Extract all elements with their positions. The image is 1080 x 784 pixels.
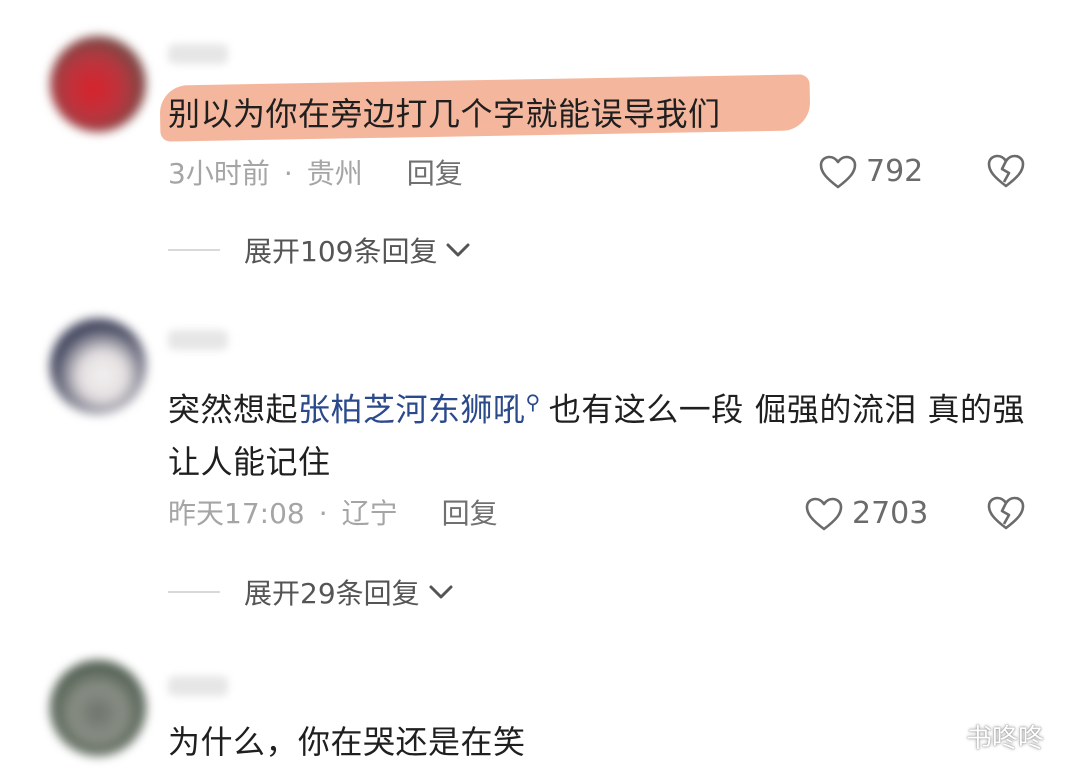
watermark: 书咚咚 [928,718,1044,755]
chevron-down-icon [446,243,470,257]
avatar[interactable] [50,660,146,756]
location: 辽宁 [341,497,398,530]
location: 贵州 [306,157,363,190]
timestamp: 昨天17:08 [168,497,305,530]
broken-heart-icon [987,154,1025,188]
comment-text: 别以为你在旁边打几个字就能误导我们 [168,95,721,133]
watermark-text: 书咚咚 [966,724,1045,754]
username[interactable] [168,44,228,64]
comment-meta: 昨天17:08 · 辽宁 回复 [168,494,498,534]
reply-button[interactable]: 回复 [407,157,463,190]
avatar[interactable] [50,318,146,414]
search-icon: ⚲ [525,390,541,414]
heart-icon [805,497,843,531]
wechat-icon [928,724,958,747]
broken-heart-icon [987,496,1025,530]
divider-line [168,591,220,593]
expand-replies-button[interactable]: 展开109条回复 [168,230,471,270]
expand-label: 展开109条回复 [244,235,438,268]
comment-text: 突然想起张柏芝河东狮吼⚲ 也有这么一段 倔强的流泪 真的强 让人能记住 [168,376,1038,488]
like-button[interactable]: 792 [818,152,923,192]
heart-icon [819,155,857,189]
search-link[interactable]: 张柏芝河东狮吼 [298,391,526,429]
dislike-button[interactable] [986,152,1026,192]
expand-label: 展开29条回复 [244,577,420,610]
like-button[interactable]: 2703 [804,494,928,534]
dislike-button[interactable] [986,494,1026,534]
chevron-down-icon [429,585,453,599]
comment-text-start: 突然想起 [168,390,299,429]
separator: · [283,157,293,190]
expand-replies-button[interactable]: 展开29条回复 [168,572,454,612]
timestamp: 3小时前 [168,157,270,190]
separator: · [318,497,328,530]
like-count: 2703 [852,496,929,531]
username[interactable] [168,676,228,696]
comment-text: 为什么，你在哭还是在笑 [168,723,526,761]
divider-line [168,249,220,251]
like-count: 792 [866,154,924,189]
comment-meta: 3小时前 · 贵州 回复 [168,154,463,194]
username[interactable] [168,330,228,350]
reply-button[interactable]: 回复 [442,497,498,530]
